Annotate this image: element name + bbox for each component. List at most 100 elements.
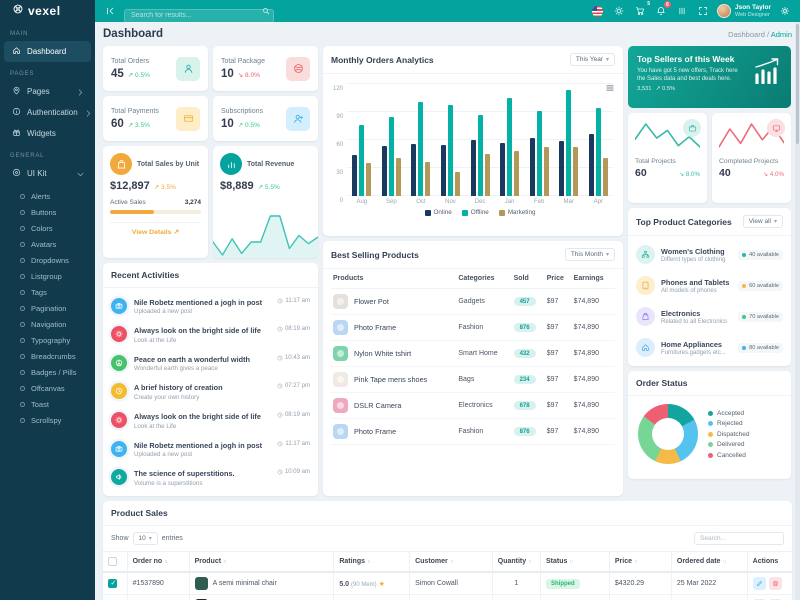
price-cell: $4320.29 — [608, 571, 672, 596]
user-menu[interactable]: Json Taylor Web Designer — [716, 4, 771, 18]
activity-item[interactable]: Always look on the bright side of life Lo… — [111, 321, 310, 350]
stat-label: Subscriptions — [221, 107, 264, 115]
sidebar-subitem-dropdowns[interactable]: Dropdowns — [0, 252, 95, 268]
column-header-ratings[interactable]: Ratings ↑↓ — [333, 551, 411, 574]
category-desc: Furnitures.gadgets etc... — [661, 349, 726, 356]
legend-label: Delivered — [717, 441, 745, 448]
sidebar-subitem-buttons[interactable]: Buttons — [0, 204, 95, 220]
top-sellers-value: 3,531 — [637, 86, 652, 93]
sidebar-subitem-tags[interactable]: Tags — [0, 284, 95, 300]
activity-item[interactable]: The science of superstitions. Volume is a… — [111, 464, 310, 493]
sidebar-subitem-navigation[interactable]: Navigation — [0, 316, 95, 332]
column-header-product[interactable]: Product ↑↓ — [188, 551, 335, 574]
sidebar-subitem-typography[interactable]: Typography — [0, 332, 95, 348]
activity-item[interactable]: A brief history of creation Create your o… — [111, 378, 310, 407]
page-scrollbar[interactable] — [795, 22, 800, 600]
bar-online — [588, 134, 594, 196]
activity-item[interactable]: Always look on the bright side of life Lo… — [111, 406, 310, 435]
earnings-cell: $74,890 — [571, 418, 615, 445]
monthly-orders-card: Monthly Orders Analytics This Year 0 30 60… — [323, 46, 623, 236]
sidebar-item-authentication[interactable]: Authentication — [4, 102, 91, 123]
fullscreen-button[interactable] — [696, 4, 710, 18]
category-name: Home Appliances — [661, 339, 722, 349]
table-row[interactable]: Nylon White tshirt Smart Home 432 $97 $74,89… — [331, 340, 615, 367]
brand-logo-icon — [12, 2, 24, 20]
product-sales-title: Product Sales — [111, 508, 168, 519]
sidebar-subitem-pagination[interactable]: Pagination — [0, 300, 95, 316]
activity-item[interactable]: Peace on earth a wonderful width Wonderfu… — [111, 349, 310, 378]
earnings-cell: $74,890 — [571, 366, 615, 393]
column-header-quantity[interactable]: Quantity ↑↓ — [491, 551, 541, 574]
sidebar-subitem-offcanvas[interactable]: Offcanvas — [0, 380, 95, 396]
year-filter-select[interactable]: This Year — [569, 53, 615, 66]
view-details-link[interactable]: View Details ↗ — [110, 221, 201, 236]
activity-item[interactable]: Nile Robetz mentioned a jogh in post Uplo… — [111, 435, 310, 464]
row-checkbox[interactable] — [108, 579, 117, 589]
sidebar-subitem-listgroup[interactable]: Listgroup — [0, 268, 95, 284]
x-axis-label: Dec — [474, 199, 486, 205]
table-row[interactable]: Photo Frame Fashion 876 $97 $74,890 — [331, 418, 615, 445]
category-item-women-s-clothing[interactable]: Women's Clothing Differnt types of clothi… — [636, 239, 783, 270]
category-item-phones-and-tablets[interactable]: Phones and Tablets All models of phones 60… — [636, 270, 783, 301]
category-availability-badge: 80 available — [738, 342, 783, 353]
top-sellers-delta: ↗ 0.5% — [655, 86, 676, 93]
sidebar-item-widgets[interactable]: Widgets — [4, 123, 91, 144]
product-thumbnail — [333, 372, 348, 387]
activity-item[interactable]: Nile Robetz mentioned a jogh in post Uplo… — [111, 292, 310, 321]
column-header-actions[interactable]: Actions — [746, 551, 792, 574]
select-all-checkbox[interactable] — [108, 557, 117, 567]
view-all-select[interactable]: View all — [742, 215, 783, 228]
search-input[interactable] — [124, 8, 274, 23]
entries-select[interactable]: 10 — [132, 532, 158, 546]
sidebar-item-pages[interactable]: Pages — [4, 81, 91, 102]
table-search-input[interactable] — [694, 532, 784, 546]
delete-button[interactable] — [768, 577, 782, 591]
column-header-customer[interactable]: Customer ↑↓ — [409, 551, 493, 574]
column-header-order-no[interactable]: Order no ↑↓ — [126, 551, 190, 574]
growth-chart-icon — [755, 58, 779, 84]
column-header-ordered-date[interactable]: Ordered date ↑↓ — [670, 551, 748, 574]
sidebar-subitem-badges-pills[interactable]: Badges / Pills — [0, 364, 95, 380]
theme-toggle-button[interactable] — [612, 4, 626, 18]
apps-menu-button[interactable] — [675, 4, 689, 18]
cart-button[interactable]: 5 — [633, 1, 650, 18]
price-cell: $97 — [544, 366, 572, 393]
sidebar-subitem-colors[interactable]: Colors — [0, 220, 95, 236]
sidebar-subitem-avatars[interactable]: Avatars — [0, 236, 95, 252]
badge-dot — [742, 252, 747, 257]
bar-offline — [536, 111, 542, 196]
notifications-button[interactable]: 6 — [654, 1, 671, 18]
order-no-cell: #1537890 — [126, 571, 190, 596]
column-header-status[interactable]: Status ↑↓ — [539, 551, 610, 574]
table-row[interactable]: Pink Tape mens shoes Bags 234 $97 $74,890 — [331, 366, 615, 393]
sidebar-subitem-breadcrumbs[interactable]: Breadcrumbs — [0, 348, 95, 364]
language-flag-button[interactable] — [591, 4, 605, 18]
gift-icon — [12, 128, 21, 139]
entries-label: entries — [161, 535, 183, 543]
table-row[interactable]: Flower Pot Gadgets 457 $97 $74,890 — [331, 288, 615, 315]
sidebar-collapse-button[interactable] — [103, 4, 117, 18]
category-cell: Bags — [456, 366, 512, 393]
edit-button[interactable] — [752, 577, 766, 591]
sidebar-subitem-alerts[interactable]: Alerts — [0, 188, 95, 204]
sidebar-item-dashboard[interactable]: Dashboard — [4, 41, 91, 62]
sidebar-subitem-scrollspy[interactable]: Scrollspy — [0, 412, 95, 428]
sidebar-subitem-toast[interactable]: Toast — [0, 396, 95, 412]
column-header-price[interactable]: Price ↑↓ — [608, 551, 672, 574]
table-row[interactable]: #1537890 A semi minimal chair 5.0 (90 Mem)… — [103, 571, 792, 596]
breadcrumb-item[interactable]: Dashboard — [728, 30, 765, 39]
bar-group-nov — [436, 84, 466, 196]
sidebar-item-ui-kit[interactable]: UI Kit — [4, 163, 91, 184]
table-row[interactable]: #1539078Two type of watch sets3.0 (50 Me… — [103, 594, 792, 600]
brand-logo[interactable]: vexel — [0, 0, 95, 22]
sold-badge: 234 — [513, 375, 536, 384]
table-row[interactable]: DSLR Camera Electronics 678 $97 $74,890 — [331, 392, 615, 419]
table-row[interactable]: Photo Frame Fashion 876 $97 $74,890 — [331, 314, 615, 341]
category-item-electronics[interactable]: Electronics Related to all Electronics 70 … — [636, 301, 783, 332]
settings-button[interactable] — [778, 4, 792, 18]
category-cell: Smart Home — [456, 340, 512, 367]
category-item-home-appliances[interactable]: Home Appliances Furnitures.gadgets etc...… — [636, 332, 783, 363]
topbar-search — [124, 4, 274, 23]
month-filter-select[interactable]: This Month — [564, 248, 615, 261]
legend-label: Marketing — [507, 209, 536, 216]
